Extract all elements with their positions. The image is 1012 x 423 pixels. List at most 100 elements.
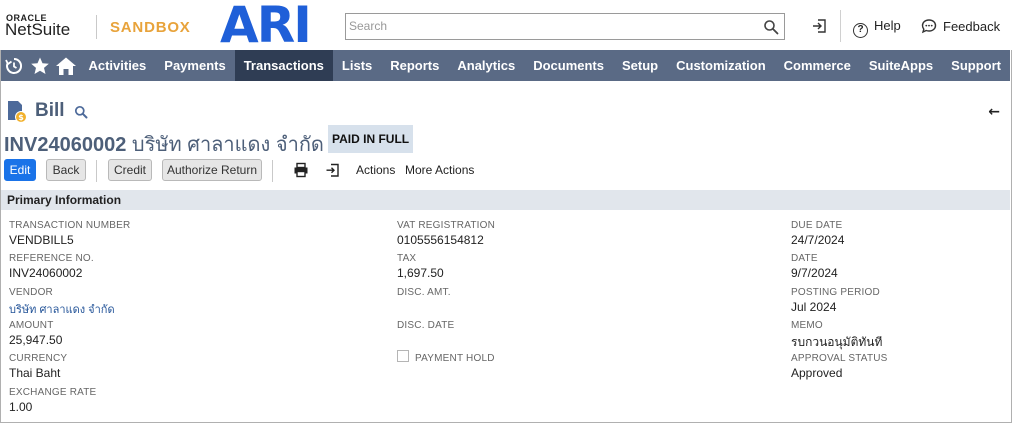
netsuite-logo-text[interactable]: NetSuite	[5, 20, 70, 40]
chat-bubble-icon	[921, 19, 937, 34]
payment-hold-checkbox[interactable]	[397, 350, 409, 362]
field-label: REFERENCE NO.	[9, 253, 94, 264]
field-vat-registration: VAT REGISTRATION 0105556154812	[397, 220, 495, 247]
authorize-return-button[interactable]: Authorize Return	[162, 159, 262, 181]
field-label: MEMO	[791, 320, 823, 331]
credit-button[interactable]: Credit	[108, 159, 152, 181]
field-value: Jul 2024	[791, 300, 837, 314]
field-label: POSTING PERIOD	[791, 287, 880, 298]
actions-menu[interactable]: Actions	[356, 163, 395, 177]
star-icon	[31, 57, 50, 74]
field-value: 24/7/2024	[791, 233, 845, 247]
nav-activities[interactable]: Activities	[79, 50, 155, 81]
field-label: AMOUNT	[9, 320, 54, 331]
feedback-label: Feedback	[943, 19, 1001, 34]
print-icon[interactable]	[293, 162, 309, 178]
field-label: TRANSACTION NUMBER	[9, 220, 131, 231]
nav-analytics[interactable]: Analytics	[448, 50, 524, 81]
field-disc-date: DISC. DATE	[397, 320, 454, 333]
nav-recent[interactable]	[1, 50, 27, 81]
field-label: CURRENCY	[9, 353, 68, 364]
field-disc-amt: DISC. AMT.	[397, 287, 451, 300]
global-search-input[interactable]: Search	[345, 13, 785, 40]
more-actions-menu[interactable]: More Actions	[405, 163, 474, 177]
field-due-date: DUE DATE 24/7/2024	[791, 220, 844, 247]
page-title: INV24060002 บริษัท ศาลาแดง จำกัด	[4, 128, 324, 160]
company-logo: ARI	[220, 0, 312, 54]
section-title: Primary Information	[7, 193, 122, 207]
field-label: DISC. DATE	[397, 320, 455, 331]
svg-text:$: $	[18, 113, 24, 122]
nav-favorites[interactable]	[27, 50, 53, 81]
field-approval-status: APPROVAL STATUS Approved	[791, 353, 888, 380]
field-label: VAT REGISTRATION	[397, 220, 496, 231]
global-header: ORACLE NetSuite SANDBOX ARI Search ? Help…	[0, 0, 1012, 50]
field-label: DISC. AMT.	[397, 287, 451, 298]
payment-hold-label: PAYMENT HOLD	[415, 353, 495, 364]
transaction-id: INV24060002	[4, 134, 127, 156]
help-link[interactable]: ? Help	[853, 18, 901, 38]
field-value: 25,947.50	[9, 333, 63, 347]
field-currency: CURRENCY Thai Baht	[9, 353, 67, 380]
button-separator	[272, 160, 273, 182]
nav-lists[interactable]: Lists	[333, 50, 381, 81]
back-arrow-icon[interactable]: ←	[988, 104, 1000, 120]
search-icon[interactable]	[74, 105, 88, 119]
vendor-title: บริษัท ศาลาแดง จำกัด	[131, 134, 324, 156]
vendor-link[interactable]: บริษัท ศาลาแดง จำกัด	[9, 300, 115, 318]
field-value: 0105556154812	[397, 233, 484, 247]
nav-support[interactable]: Support	[942, 50, 1010, 81]
field-value: รบกวนอนุมัติทันที	[791, 335, 883, 349]
home-icon	[56, 57, 77, 75]
nav-reports[interactable]: Reports	[381, 50, 448, 81]
nav-setup[interactable]: Setup	[613, 50, 667, 81]
main-navigation: Activities Payments Transactions Lists R…	[1, 50, 1010, 81]
field-value: 1,697.50	[397, 266, 444, 280]
nav-commerce[interactable]: Commerce	[775, 50, 860, 81]
nav-home[interactable]	[53, 50, 79, 81]
nav-suiteapps[interactable]: SuiteApps	[860, 50, 942, 81]
nav-payments[interactable]: Payments	[155, 50, 234, 81]
field-vendor: VENDOR บริษัท ศาลาแดง จำกัด	[9, 287, 115, 318]
nav-customization[interactable]: Customization	[667, 50, 775, 81]
nav-documents[interactable]: Documents	[524, 50, 613, 81]
field-memo: MEMO รบกวนอนุมัติทันที	[791, 320, 882, 352]
nav-transactions[interactable]: Transactions	[234, 50, 333, 81]
field-value: Approved	[791, 366, 843, 380]
button-separator	[96, 160, 97, 182]
field-value: 1.00	[9, 400, 33, 414]
back-button[interactable]: Back	[46, 159, 86, 181]
field-value: Thai Baht	[9, 366, 61, 380]
recent-history-icon	[5, 57, 23, 74]
field-value: INV24060002	[9, 266, 83, 280]
field-amount: AMOUNT 25,947.50	[9, 320, 62, 347]
field-label: DATE	[791, 253, 818, 264]
field-label: APPROVAL STATUS	[791, 353, 888, 364]
import-icon[interactable]	[811, 17, 829, 35]
header-divider	[840, 10, 841, 42]
question-circle-icon: ?	[853, 23, 868, 38]
search-placeholder: Search	[349, 19, 388, 33]
field-date: DATE 9/7/2024	[791, 253, 838, 280]
sandbox-label: SANDBOX	[110, 19, 191, 36]
field-exchange-rate: EXCHANGE RATE 1.00	[9, 387, 96, 414]
field-tax: TAX 1,697.50	[397, 253, 444, 280]
field-label: DUE DATE	[791, 220, 843, 231]
search-icon[interactable]	[763, 19, 779, 35]
field-label: EXCHANGE RATE	[9, 387, 97, 398]
field-posting-period: POSTING PERIOD Jul 2024	[791, 287, 880, 314]
feedback-link[interactable]: Feedback	[921, 18, 1000, 34]
field-value: VENDBILL5	[9, 233, 74, 247]
help-label: Help	[874, 18, 901, 33]
bill-record-icon: $	[8, 101, 27, 123]
edit-button[interactable]: Edit	[4, 159, 36, 181]
primary-information-section[interactable]: Primary Information	[1, 190, 1010, 210]
field-reference-no: REFERENCE NO. INV24060002	[9, 253, 94, 280]
status-badge: PAID IN FULL	[328, 125, 414, 153]
logo-divider	[96, 15, 97, 39]
field-value: 9/7/2024	[791, 266, 838, 280]
record-type-title: Bill	[35, 100, 65, 121]
import-icon[interactable]	[325, 162, 341, 178]
field-transaction-number: TRANSACTION NUMBER VENDBILL5	[9, 220, 130, 247]
field-label: VENDOR	[9, 287, 53, 298]
